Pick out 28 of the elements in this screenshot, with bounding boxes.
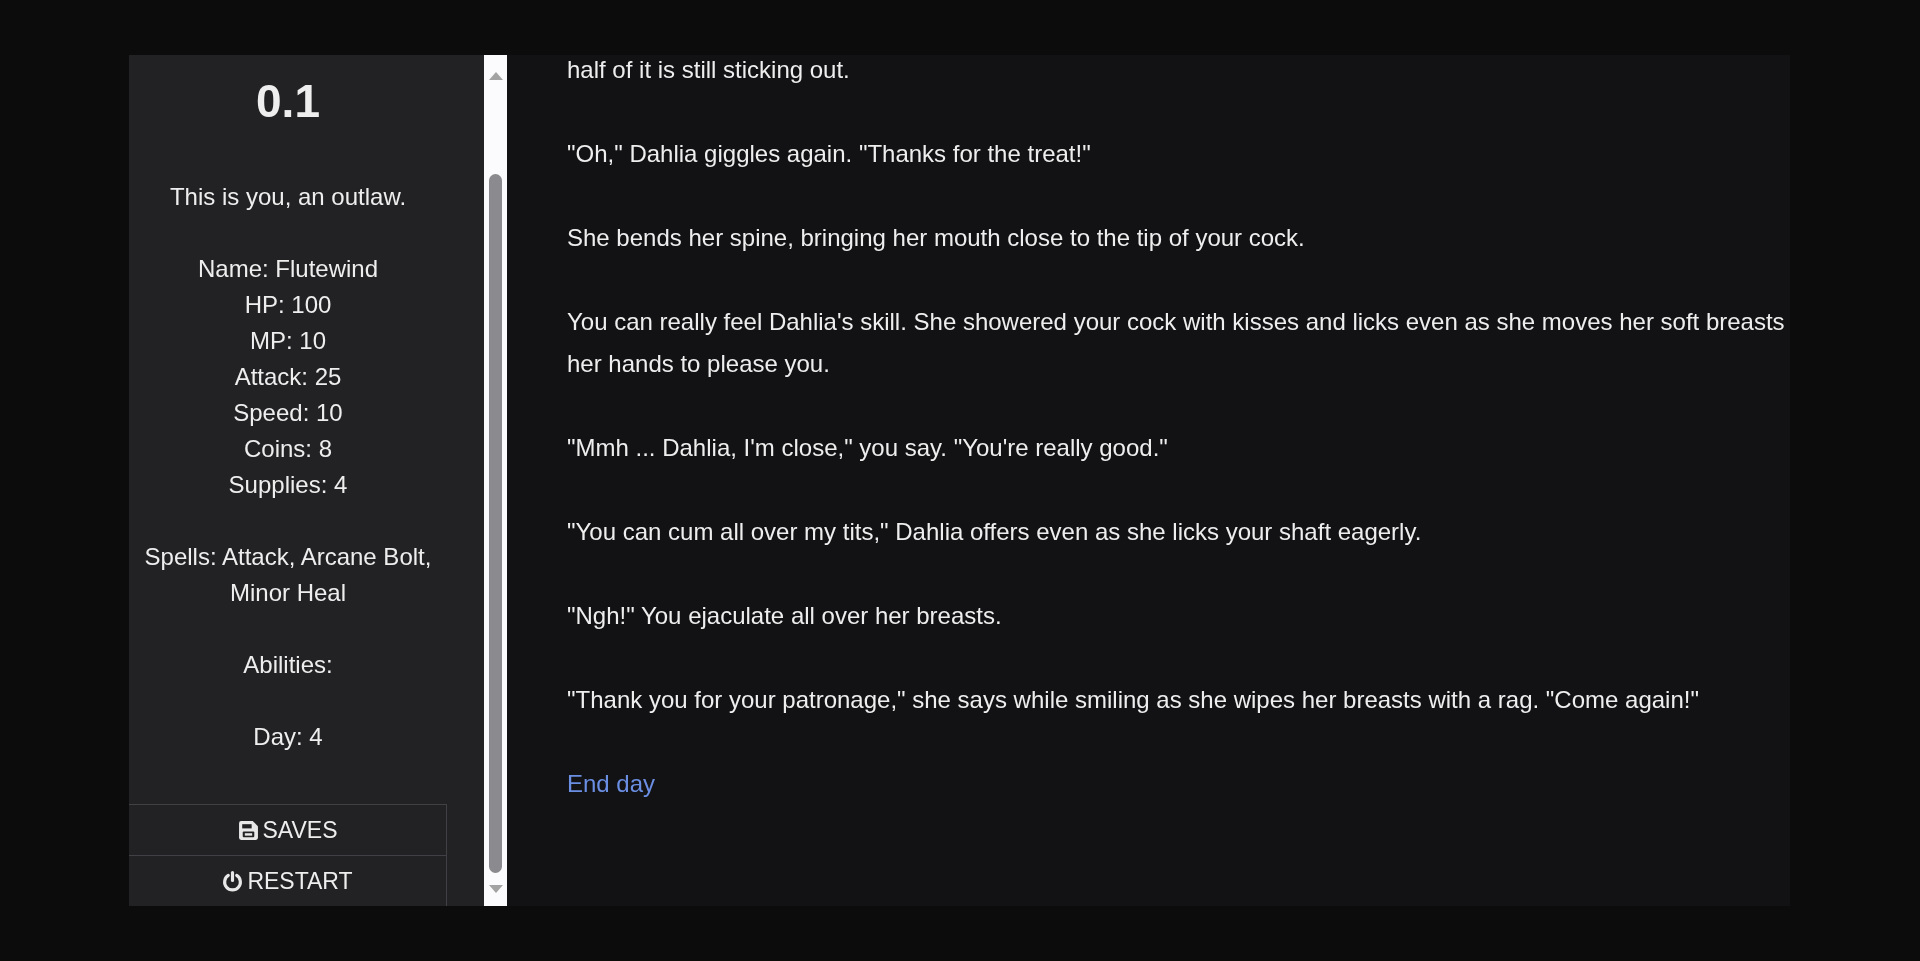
story-paragraph: "You can cum all over my tits," Dahlia offers even as she licks your shaft eagerly.	[567, 517, 1423, 547]
story-paragraph: half of it is still sticking out.	[567, 55, 851, 85]
power-icon	[222, 870, 244, 892]
day-counter: Day: 4	[253, 722, 323, 752]
story-paragraph: "Thank you for your patronage," she says while smiling as she wipes her breasts with a rag. "Come again!"	[567, 685, 1700, 715]
version-title: 0.1	[256, 74, 320, 129]
restart-button[interactable]: RESTART	[129, 855, 447, 906]
stat-line: Speed: 10	[232, 398, 344, 428]
story-paragraph: "Ngh!" You ejaculate all over her breasts.	[567, 601, 1003, 631]
stat-line: Attack: 25	[233, 362, 343, 392]
story-paragraph: You can really feel Dahlia's skill. She showered your cock with kisses and licks even as she moves her soft breasts her hands to please you.	[567, 307, 1786, 379]
story-paragraph: "Mmh ... Dahlia, I'm close," you say. "You're really good."	[567, 433, 1169, 463]
intro-text: This is you, an outlaw.	[169, 182, 407, 212]
saves-button[interactable]: SAVES	[129, 804, 447, 855]
stat-line: Supplies: 4	[227, 470, 349, 500]
scrollbar-thumb[interactable]	[489, 174, 502, 873]
story-paragraph: "Oh," Dahlia giggles again. "Thanks for the treat!"	[567, 139, 1092, 169]
scroll-down-arrow-icon[interactable]	[488, 885, 503, 893]
spells-text: Spells: Attack, Arcane Bolt, Minor Heal	[143, 542, 433, 608]
stat-line: HP: 100	[243, 290, 333, 320]
stat-line: Name: Flutewind	[197, 254, 379, 284]
stat-line: MP: 10	[248, 326, 327, 356]
story-paragraph: She bends her spine, bringing her mouth close to the tip of your cock.	[567, 223, 1306, 253]
abilities-text: Abilities:	[243, 650, 333, 680]
end-day-link[interactable]: End day	[567, 770, 656, 797]
scrollbar[interactable]	[484, 55, 507, 906]
stat-line: Coins: 8	[242, 434, 333, 464]
scroll-up-arrow-icon[interactable]	[488, 72, 503, 80]
